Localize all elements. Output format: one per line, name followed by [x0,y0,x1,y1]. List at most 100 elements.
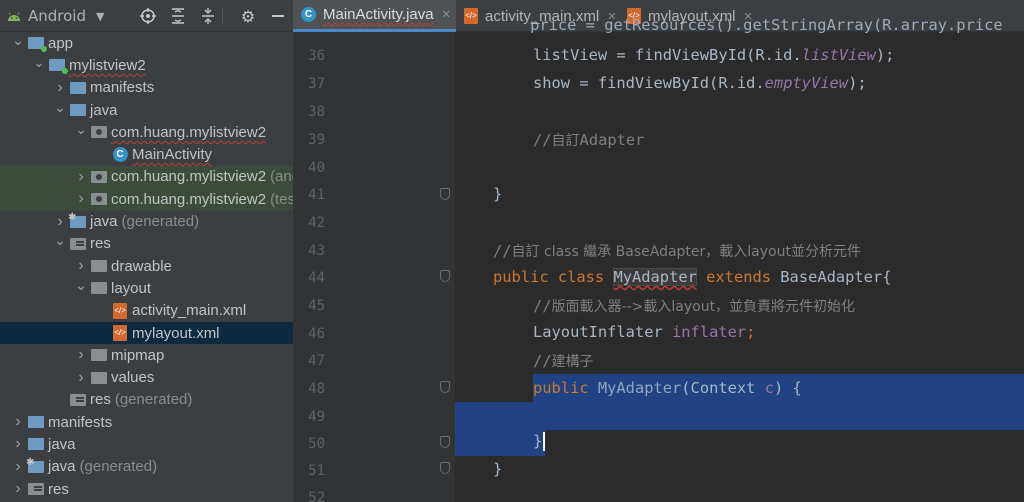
chevron-down-icon[interactable]: ⌄ [73,277,89,294]
project-panel[interactable]: Android ▼ ⚙ ⌄ app ⌄ mylistview2 › manifests ⌄ j… [0,0,293,502]
line-number: 51 [308,463,325,479]
tree-item-label: manifests [48,413,113,431]
class-icon: C [110,147,130,163]
tree-item-label: com.huang.mylistview2 [111,190,267,208]
editor-gutter[interactable] [293,32,455,502]
text-selection [455,402,1024,430]
folder-grey-icon [89,347,109,363]
module-folder-icon [47,57,68,75]
line-number: 36 [308,48,325,64]
tree-item-label: res [90,391,111,409]
chevron-down-icon[interactable]: ⌄ [10,32,26,49]
chevron-down-icon[interactable]: ⌄ [73,121,89,138]
chevron-right-icon[interactable]: › [73,369,89,387]
fold-marker-icon[interactable] [440,436,450,448]
android-view-selector[interactable]: Android ▼ [6,0,104,32]
expand-all-icon[interactable] [167,0,189,32]
tree-item[interactable]: </> activity_main.xml [0,300,293,322]
gear-icon[interactable]: ⚙ [237,0,259,32]
chevron-right-icon[interactable]: › [73,190,89,208]
line-number: 40 [308,160,325,176]
code-line-44: public class MyAdapter extends BaseAdapt… [493,268,892,286]
line-number: 41 [308,187,325,203]
tree-item[interactable]: C MainActivity [0,143,293,165]
chevron-right-icon[interactable]: › [10,458,26,476]
folder-grey-icon [89,280,109,296]
line-number: 39 [308,132,325,148]
chevron-right-icon[interactable]: › [10,435,26,453]
line-number: 44 [308,270,325,286]
tree-item-suffix: (generated) [114,391,193,409]
tree-item-label: app [48,34,74,52]
tree-item[interactable]: ⌄ com.huang.mylistview2 [0,121,293,143]
hide-panel-icon[interactable] [267,0,289,32]
folder-grey-icon [89,370,109,386]
tree-item[interactable]: › com.huang.mylistview2(test) [0,188,293,211]
line-number: 52 [308,490,325,502]
code-line-51: } [493,460,503,478]
locate-target-icon[interactable] [137,0,159,32]
chevron-down-icon[interactable]: ⌄ [52,99,68,116]
tree-item[interactable]: › manifests [0,411,293,433]
chevron-right-icon[interactable]: › [73,346,89,364]
tree-item-label: drawable [111,257,172,275]
fold-marker-icon[interactable] [440,381,450,393]
line-number: 49 [308,409,325,425]
fold-marker-icon[interactable] [440,462,450,474]
code-line-47: //建構子 [533,352,594,370]
chevron-right-icon[interactable]: › [10,413,26,431]
tree-item[interactable]: › java [0,433,293,455]
tree-item[interactable]: › java(generated) [0,456,293,478]
res-folder-icon [68,236,88,252]
tree-item-label: manifests [90,79,155,97]
tree-item[interactable]: › drawable [0,255,293,277]
tree-item[interactable]: ⌄ java [0,99,293,121]
tree-item[interactable]: ⌄ app [0,32,293,54]
code-line-39: //自訂Adapter [533,131,645,149]
tab-mainactivity-java[interactable]: C MainActivity.java ✕ [293,0,456,32]
code-line-36: listView = findViewById(R.id.listView); [533,46,895,64]
chevron-down-icon[interactable]: ⌄ [31,54,47,71]
tree-item[interactable]: › manifests [0,77,293,99]
tree-item-label: com.huang.mylistview2 [111,168,267,186]
code-line-45: //版面載入器-->載入layout，並負責將元件初始化 [533,297,856,315]
tree-item[interactable]: › java(generated) [0,210,293,232]
tree-item[interactable]: res (generated) [0,389,293,411]
generated-folder-icon [68,212,88,230]
tree-item[interactable]: › res [0,478,293,500]
line-number: 37 [308,76,325,92]
folder-icon [68,102,88,118]
tree-item[interactable]: › mipmap [0,344,293,366]
line-number: 42 [308,215,325,231]
fold-marker-icon[interactable] [440,188,450,200]
chevron-right-icon[interactable]: › [52,213,68,231]
tree-item[interactable]: ⌄ mylistview2 [0,54,293,76]
close-icon[interactable]: ✕ [442,8,451,21]
line-number: 50 [308,436,325,452]
tree-item-label: mylayout.xml [132,324,220,342]
tree-item-label: MainActivity [132,146,213,164]
tree-item[interactable]: ⌄ layout [0,277,293,299]
code-line-43: //自訂 class 繼承 BaseAdapter，載入layout並分析元件 [493,242,861,260]
tree-item-label: layout [111,279,152,297]
tree-item[interactable]: </> mylayout.xml [0,321,293,345]
tree-item-suffix: (generated) [121,213,200,231]
tree-item[interactable]: ⌄ res [0,232,293,255]
chevron-right-icon[interactable]: › [10,480,26,498]
collapse-all-icon[interactable] [197,0,219,32]
folder-grey-icon [89,258,109,274]
chevron-down-icon[interactable]: ⌄ [52,232,68,249]
tree-item-label: res [48,480,69,498]
fold-marker-icon[interactable] [440,270,450,282]
tree-item-suffix: (andro [270,168,293,186]
line-number: 46 [308,326,325,342]
tree-item[interactable]: › values [0,366,293,388]
project-tree[interactable]: ⌄ app ⌄ mylistview2 › manifests ⌄ java ⌄ com.huan… [0,32,293,500]
chevron-right-icon[interactable]: › [73,257,89,275]
chevron-right-icon[interactable]: › [73,168,89,186]
tree-item[interactable]: › com.huang.mylistview2(andro [0,165,293,189]
code-line-37: show = findViewById(R.id.emptyView); [533,74,867,92]
tree-item-label: mipmap [111,346,165,364]
class-icon: C [301,7,316,22]
chevron-right-icon[interactable]: › [52,79,68,97]
